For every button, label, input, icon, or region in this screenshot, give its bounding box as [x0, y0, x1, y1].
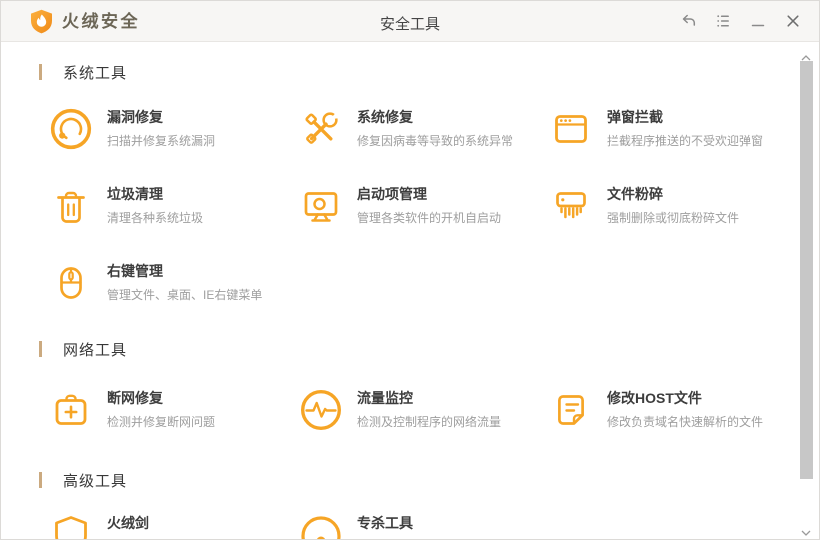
tool-desc: 管理文件、桌面、IE右键菜单	[107, 288, 263, 302]
menu-list-icon	[713, 11, 733, 31]
tool-title: 专杀工具	[357, 515, 413, 531]
tool-startup-manager[interactable]: 启动项管理 管理各类软件的开机自启动	[299, 184, 549, 228]
vulnerability-scan-icon	[49, 107, 93, 151]
section-accent-bar	[39, 341, 42, 357]
tool-title: 漏洞修复	[107, 109, 163, 125]
scrollbar-thumb[interactable]	[800, 61, 813, 479]
back-arrow-icon	[678, 11, 698, 31]
section-header-network-tools: 网络工具	[39, 339, 127, 359]
tool-traffic-monitor[interactable]: 流量监控 检测及控制程序的网络流量	[299, 388, 549, 432]
target-circle-icon	[299, 513, 343, 539]
advanced-tools-grid: 火绒剑 专杀工具	[49, 513, 799, 539]
tool-title: 修改HOST文件	[607, 390, 702, 406]
section-title: 高级工具	[63, 472, 128, 490]
tool-desc: 修复因病毒等导致的系统异常	[357, 134, 514, 148]
section-header-system-tools: 系统工具	[39, 62, 127, 82]
tool-title: 火绒剑	[107, 515, 149, 531]
tool-title: 垃圾清理	[107, 186, 163, 202]
window-controls	[665, 1, 805, 41]
tool-vulnerability-fix[interactable]: 漏洞修复 扫描并修复系统漏洞	[49, 107, 299, 151]
tool-host-file-editor[interactable]: 修改HOST文件 修改负责域名快速解析的文件	[549, 388, 799, 432]
tool-title: 断网修复	[107, 390, 163, 406]
system-tools-grid: 漏洞修复 扫描并修复系统漏洞 系统修复 修复因病毒等导致的系统异常 弹窗拦截 拦…	[49, 107, 799, 305]
tool-desc: 强制删除或彻底粉碎文件	[607, 211, 740, 225]
tool-junk-cleaner[interactable]: 垃圾清理 清理各种系统垃圾	[49, 184, 299, 228]
app-window: 火绒安全 安全工具 系统工具 漏洞修复 扫描并修复系统漏洞 系统修复 修复因病毒…	[0, 0, 820, 540]
minimize-icon	[748, 11, 768, 31]
shield-sword-icon	[49, 513, 93, 539]
tool-desc: 拦截程序推送的不受欢迎弹窗	[607, 134, 764, 148]
network-tools-grid: 断网修复 检测并修复断网问题 流量监控 检测及控制程序的网络流量 修改HOST文…	[49, 388, 799, 432]
tool-file-shredder[interactable]: 文件粉碎 强制删除或彻底粉碎文件	[549, 184, 799, 228]
tool-popup-blocker[interactable]: 弹窗拦截 拦截程序推送的不受欢迎弹窗	[549, 107, 799, 151]
section-header-advanced-tools: 高级工具	[39, 470, 127, 490]
section-title: 系统工具	[63, 64, 128, 82]
scrollbar-down-arrow[interactable]	[801, 523, 811, 539]
tool-desc: 管理各类软件的开机自启动	[357, 211, 502, 225]
tool-context-menu-manager[interactable]: 右键管理 管理文件、桌面、IE右键菜单	[49, 261, 299, 305]
tool-title: 弹窗拦截	[607, 109, 663, 125]
tool-desc: 检测及控制程序的网络流量	[357, 415, 502, 429]
section-accent-bar	[39, 472, 42, 488]
back-button[interactable]	[676, 9, 700, 33]
menu-button[interactable]	[711, 9, 735, 33]
tool-desc: 清理各种系统垃圾	[107, 211, 204, 225]
tool-desc: 检测并修复断网问题	[107, 415, 216, 429]
document-icon	[549, 388, 593, 432]
section-title: 网络工具	[63, 341, 128, 359]
mouse-icon	[49, 261, 93, 305]
tool-special-kill[interactable]: 专杀工具	[299, 513, 549, 539]
titlebar: 火绒安全 安全工具	[1, 1, 819, 42]
tool-title: 文件粉碎	[607, 186, 663, 202]
tools-page: 系统工具 漏洞修复 扫描并修复系统漏洞 系统修复 修复因病毒等导致的系统异常 弹…	[1, 42, 819, 539]
close-button[interactable]	[781, 9, 805, 33]
popup-window-icon	[549, 107, 593, 151]
tool-network-repair[interactable]: 断网修复 检测并修复断网问题	[49, 388, 299, 432]
system-repair-icon	[299, 107, 343, 151]
monitor-startup-icon	[299, 184, 343, 228]
tool-title: 系统修复	[357, 109, 413, 125]
tool-title: 右键管理	[107, 263, 163, 279]
minimize-button[interactable]	[746, 9, 770, 33]
first-aid-kit-icon	[49, 388, 93, 432]
section-accent-bar	[39, 64, 42, 80]
tool-desc: 扫描并修复系统漏洞	[107, 134, 216, 148]
tool-huorong-sword[interactable]: 火绒剑	[49, 513, 299, 539]
pulse-circle-icon	[299, 388, 343, 432]
shredder-icon	[549, 184, 593, 228]
tool-system-repair[interactable]: 系统修复 修复因病毒等导致的系统异常	[299, 107, 549, 151]
tool-title: 启动项管理	[357, 186, 427, 202]
tool-desc: 修改负责域名快速解析的文件	[607, 415, 764, 429]
trash-can-icon	[49, 184, 93, 228]
tool-title: 流量监控	[357, 390, 413, 406]
close-icon	[783, 11, 803, 31]
